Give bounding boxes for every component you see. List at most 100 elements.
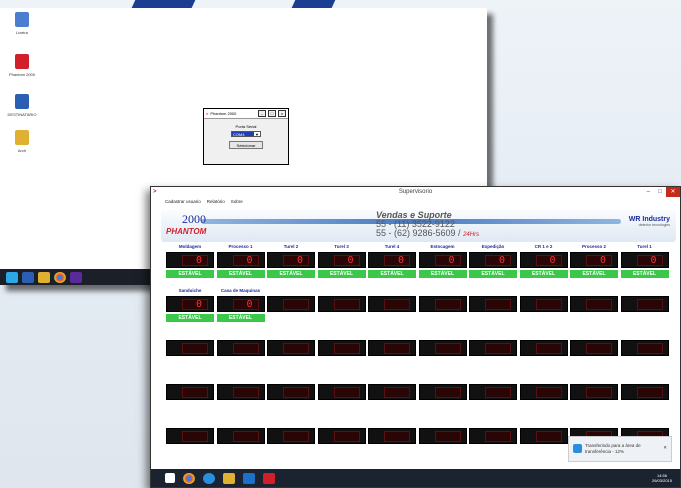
station-name [621, 420, 669, 428]
desktop-icon[interactable]: Phantom 2000 [2, 54, 42, 77]
wr-industry-logo: WR Industry detector tecnologies [629, 216, 670, 227]
station-name [318, 420, 366, 428]
chrome-icon[interactable] [54, 271, 66, 283]
station-name: Estocagem [430, 244, 455, 249]
display-window [283, 299, 309, 310]
display-window [636, 387, 663, 398]
station-cell [570, 288, 618, 312]
station-name [419, 332, 467, 340]
station-cell [267, 376, 315, 400]
display-window [586, 343, 612, 354]
display-window [333, 387, 360, 398]
close-button[interactable]: ✕ [666, 187, 680, 197]
display-window [586, 387, 612, 398]
status-badge: ESTÁVEL [418, 270, 467, 278]
port-select[interactable]: COM4 ▼ [231, 131, 261, 137]
phantom-app-icon[interactable] [70, 271, 82, 283]
desktop-icon[interactable]: DESTINATARIO [2, 94, 42, 117]
menu-cadastrar[interactable]: Cadastrar usuario [165, 199, 201, 204]
phantom-app-icon[interactable] [263, 472, 275, 484]
station-name [318, 376, 366, 384]
display-window [434, 255, 461, 266]
notification-toast[interactable]: Transferindo para a área de transferênci… [568, 436, 672, 462]
display-window [535, 299, 562, 310]
display-window [636, 299, 663, 310]
station-display [317, 296, 366, 312]
station-value: 0 [448, 255, 455, 266]
minimize-button[interactable]: – [258, 110, 266, 117]
station-value: 0 [549, 255, 556, 266]
maximize-button[interactable]: □ [268, 110, 276, 117]
minimize-button[interactable]: – [647, 187, 650, 197]
explorer-icon[interactable] [38, 271, 50, 283]
display-window [333, 343, 360, 354]
station-name [570, 332, 618, 340]
display-window [232, 431, 259, 442]
display-window [485, 255, 511, 266]
close-button[interactable]: x [278, 110, 286, 117]
station-cell [570, 332, 618, 356]
station-display [519, 340, 568, 356]
station-name: Sanduiche [178, 288, 202, 293]
station-cell [519, 332, 568, 356]
outlook-icon[interactable] [243, 472, 255, 484]
windows-start-icon[interactable] [6, 271, 18, 283]
desktop-icon[interactable]: Arch [2, 130, 42, 153]
display-window [384, 431, 410, 442]
station-name: Processo 2 [581, 244, 606, 249]
station-value: 0 [398, 255, 405, 266]
display-window [182, 299, 208, 310]
station-name [520, 376, 568, 384]
station-name: Moldagem [178, 244, 202, 249]
station-name [217, 420, 265, 428]
clock[interactable]: 14:56 26/03/2015 [652, 473, 680, 483]
status-badge: ESTÁVEL [469, 270, 517, 278]
station-cell [469, 288, 517, 312]
station-display [267, 428, 315, 444]
display-window [535, 431, 562, 442]
station-cell [267, 332, 315, 356]
station-cell: Turel 4 0 ESTÁVEL [368, 244, 416, 278]
phantom-logo-icon [15, 54, 29, 69]
station-cell [418, 376, 467, 400]
display-window [535, 343, 562, 354]
ie-icon[interactable] [203, 472, 215, 484]
select-button[interactable]: Selecionar [229, 141, 263, 149]
station-display [317, 384, 366, 400]
station-value: 0 [246, 299, 253, 310]
display-window [535, 387, 562, 398]
maximize-button[interactable]: □ [658, 187, 662, 197]
station-display: 0 [166, 252, 214, 268]
station-display [469, 340, 517, 356]
desktop-icon[interactable]: Lixeira [2, 12, 42, 35]
station-name [570, 376, 618, 384]
station-name [469, 332, 517, 340]
station-name [621, 332, 669, 340]
station-name [570, 288, 618, 296]
status-badge: ESTÁVEL [216, 270, 265, 278]
menu-relatorio[interactable]: Relatório [207, 199, 225, 204]
explorer-icon[interactable] [223, 472, 235, 484]
taskbar: 14:56 26/03/2015 [151, 469, 680, 487]
windows-start-icon[interactable] [165, 473, 175, 483]
station-display: 0 [317, 252, 366, 268]
station-name [419, 376, 467, 384]
desktop-icon-label: DESTINATARIO [7, 112, 37, 117]
display-window [434, 387, 461, 398]
station-cell: Processo 2 0 ESTÁVEL [570, 244, 618, 278]
station-name: CR 1 e 2 [534, 244, 553, 249]
close-icon[interactable]: ✕ [663, 445, 667, 451]
display-window [485, 343, 511, 354]
station-cell [216, 420, 265, 444]
menu-sobre[interactable]: Sobre [231, 199, 243, 204]
display-window [586, 299, 612, 310]
station-display [418, 384, 467, 400]
display-window [283, 387, 309, 398]
station-cell [570, 376, 618, 400]
word-icon[interactable] [22, 271, 34, 283]
station-name [621, 288, 669, 296]
chrome-icon[interactable] [183, 472, 195, 484]
display-window [232, 299, 259, 310]
display-window [333, 299, 360, 310]
display-window [182, 255, 208, 266]
